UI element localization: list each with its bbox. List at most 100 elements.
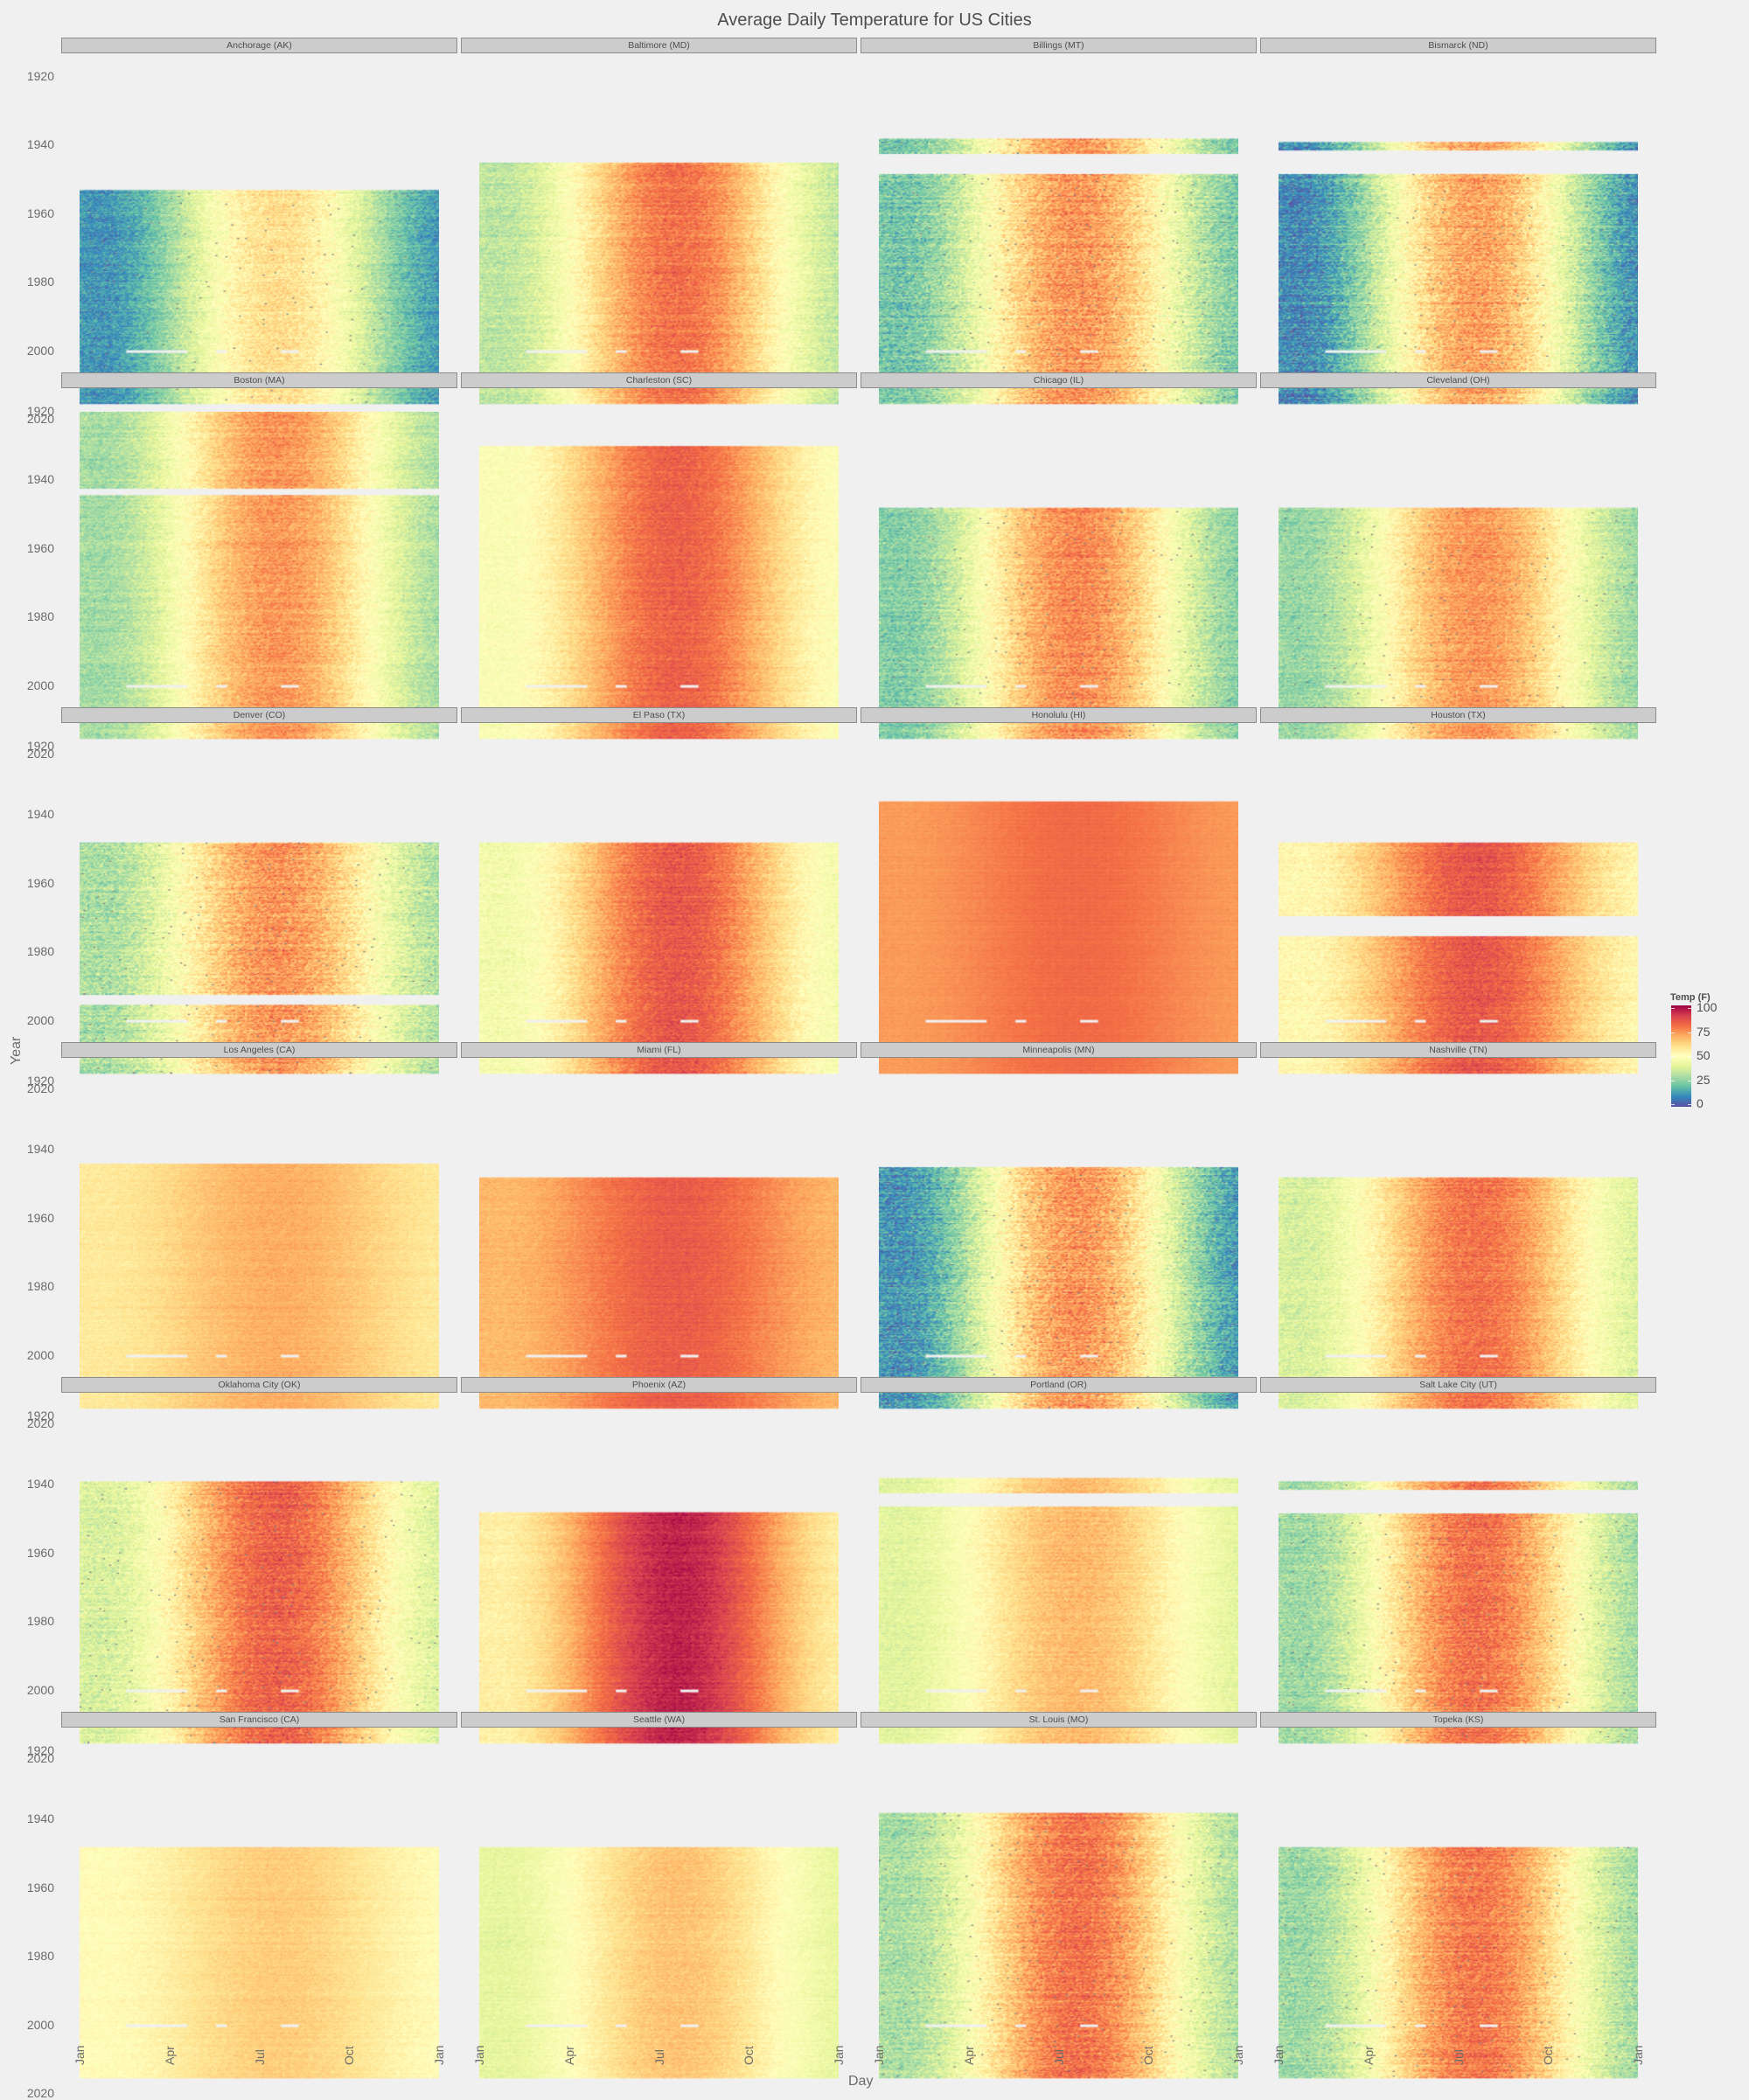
facet-strip: Chicago (IL) bbox=[861, 372, 1257, 388]
y-tick-label: 2000 bbox=[26, 678, 54, 692]
facet-strip: St. Louis (MO) bbox=[861, 1712, 1257, 1728]
y-tick-label: 1940 bbox=[26, 472, 54, 487]
x-tick-label: Oct bbox=[1541, 2046, 1556, 2065]
y-tick-label: 1940 bbox=[26, 1477, 54, 1492]
y-tick-label: 2000 bbox=[26, 1347, 54, 1362]
y-tick-label: 1960 bbox=[26, 875, 54, 890]
y-tick-label: 1980 bbox=[26, 1614, 54, 1629]
x-tick-label: Jan bbox=[472, 2045, 486, 2065]
heatmap-panel bbox=[1279, 1081, 1638, 1426]
x-tick-label: Oct bbox=[1141, 2046, 1156, 2065]
facet-strip: San Francisco (CA) bbox=[61, 1712, 457, 1728]
facet-strip: Topeka (KS) bbox=[1260, 1712, 1656, 1728]
x-tick-label: Jan bbox=[872, 2045, 886, 2065]
heatmap-panel bbox=[479, 412, 839, 756]
heatmap-panel bbox=[80, 412, 439, 756]
y-tick-label: 1920 bbox=[26, 69, 54, 83]
y-tick-label: 1920 bbox=[26, 1743, 54, 1757]
heatmap-panel bbox=[1279, 1416, 1638, 1761]
facet-strip: Portland (OR) bbox=[861, 1377, 1257, 1393]
legend-tick-mark bbox=[1671, 1104, 1691, 1105]
heatmap-panel bbox=[479, 1416, 839, 1761]
facet-strip: Charleston (SC) bbox=[461, 372, 857, 388]
heatmap-panel bbox=[1279, 747, 1638, 1091]
heatmap-panel bbox=[879, 412, 1238, 756]
y-axis-label: Year bbox=[9, 1036, 24, 1065]
legend-tick-mark bbox=[1671, 1008, 1691, 1009]
x-tick-label: Jan bbox=[832, 2045, 846, 2065]
y-tick-label: 1940 bbox=[26, 1142, 54, 1157]
heatmap-panel bbox=[479, 1081, 839, 1426]
x-tick-label: Jan bbox=[432, 2045, 446, 2065]
y-tick-label: 1980 bbox=[26, 1949, 54, 1964]
heatmap-panel bbox=[80, 77, 439, 421]
y-tick-label: 1940 bbox=[26, 137, 54, 152]
facet-strip: Los Angeles (CA) bbox=[61, 1042, 457, 1058]
heatmap-panel bbox=[879, 77, 1238, 421]
facet-strip: Seattle (WA) bbox=[461, 1712, 857, 1728]
x-tick-label: Apr bbox=[561, 2046, 576, 2065]
y-tick-label: 2000 bbox=[26, 2017, 54, 2032]
facet-strip: Oklahoma City (OK) bbox=[61, 1377, 457, 1393]
facet-strip: Billings (MT) bbox=[861, 38, 1257, 53]
y-tick-label: 1980 bbox=[26, 1279, 54, 1294]
x-tick-label: Jul bbox=[252, 2049, 267, 2065]
x-tick-label: Jul bbox=[652, 2049, 666, 2065]
y-tick-label: 1980 bbox=[26, 944, 54, 959]
y-tick-label: 1920 bbox=[26, 1408, 54, 1422]
heatmap-panel bbox=[879, 1416, 1238, 1761]
y-tick-label: 1980 bbox=[26, 609, 54, 624]
x-tick-label: Jan bbox=[1231, 2045, 1245, 2065]
legend-tick-label: 0 bbox=[1697, 1096, 1704, 1110]
legend-tick-label: 25 bbox=[1697, 1072, 1711, 1087]
x-tick-label: Jan bbox=[1272, 2045, 1286, 2065]
facet-strip: Miami (FL) bbox=[461, 1042, 857, 1058]
y-tick-label: 1960 bbox=[26, 1880, 54, 1895]
x-tick-label: Apr bbox=[1361, 2046, 1376, 2065]
legend-tick-mark bbox=[1671, 1056, 1691, 1057]
x-tick-label: Oct bbox=[342, 2046, 357, 2065]
heatmap-panel bbox=[80, 1416, 439, 1761]
heatmap-panel bbox=[1279, 77, 1638, 421]
facet-strip: Phoenix (AZ) bbox=[461, 1377, 857, 1393]
facet-strip: Boston (MA) bbox=[61, 372, 457, 388]
chart-title: Average Daily Temperature for US Cities bbox=[717, 10, 1032, 30]
y-tick-label: 1960 bbox=[26, 540, 54, 555]
x-tick-label: Apr bbox=[162, 2046, 177, 2065]
facet-strip: Anchorage (AK) bbox=[61, 38, 457, 53]
y-tick-label: 2000 bbox=[26, 1682, 54, 1697]
y-tick-label: 1920 bbox=[26, 739, 54, 753]
facet-strip: Baltimore (MD) bbox=[461, 38, 857, 53]
facet-strip: El Paso (TX) bbox=[461, 707, 857, 723]
facet-strip: Honolulu (HI) bbox=[861, 707, 1257, 723]
x-tick-label: Jul bbox=[1051, 2049, 1066, 2065]
y-tick-label: 2000 bbox=[26, 1012, 54, 1027]
facet-strip: Houston (TX) bbox=[1260, 707, 1656, 723]
heatmap-panel bbox=[80, 747, 439, 1091]
y-tick-label: 1960 bbox=[26, 1545, 54, 1560]
legend-tick-label: 100 bbox=[1697, 1000, 1718, 1014]
heatmap-panel bbox=[879, 1751, 1238, 2096]
x-tick-label: Jul bbox=[1451, 2049, 1466, 2065]
x-axis-label: Day bbox=[848, 2074, 874, 2089]
x-tick-label: Oct bbox=[742, 2046, 756, 2065]
heatmap-panel bbox=[479, 747, 839, 1091]
legend-tick-label: 75 bbox=[1697, 1024, 1711, 1039]
facet-strip: Cleveland (OH) bbox=[1260, 372, 1656, 388]
facet-strip: Denver (CO) bbox=[61, 707, 457, 723]
heatmap-panel bbox=[80, 1751, 439, 2096]
legend-tick-label: 50 bbox=[1697, 1048, 1711, 1062]
y-tick-label: 1940 bbox=[26, 1811, 54, 1826]
y-tick-label: 2000 bbox=[26, 343, 54, 358]
heatmap-panel bbox=[1279, 412, 1638, 756]
facet-strip: Nashville (TN) bbox=[1260, 1042, 1656, 1058]
y-tick-label: 1960 bbox=[26, 1210, 54, 1225]
facet-strip: Minneapolis (MN) bbox=[861, 1042, 1257, 1058]
heatmap-panel bbox=[1279, 1751, 1638, 2096]
facet-strip: Salt Lake City (UT) bbox=[1260, 1377, 1656, 1393]
heatmap-panel bbox=[479, 1751, 839, 2096]
x-tick-label: Apr bbox=[961, 2046, 976, 2065]
heatmap-panel bbox=[879, 1081, 1238, 1426]
x-tick-label: Jan bbox=[1631, 2045, 1645, 2065]
y-tick-label: 1940 bbox=[26, 807, 54, 822]
